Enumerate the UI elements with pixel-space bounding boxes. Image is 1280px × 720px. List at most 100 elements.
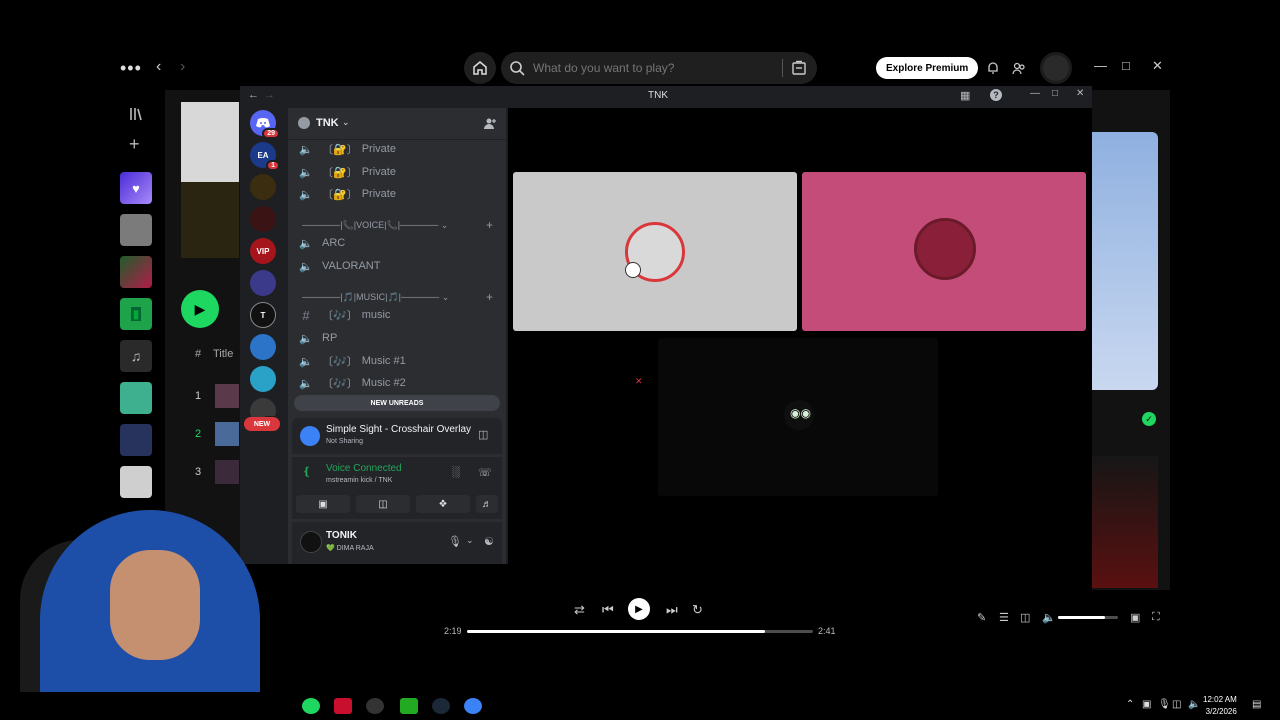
- added-check-icon[interactable]: ✓: [1142, 412, 1156, 426]
- progress-bar[interactable]: [467, 630, 813, 633]
- playlist-item[interactable]: [120, 382, 152, 414]
- close-icon[interactable]: ✕: [1076, 88, 1084, 99]
- column-header-title[interactable]: Title: [213, 348, 233, 360]
- friends-icon[interactable]: [1012, 61, 1026, 75]
- browse-icon[interactable]: [791, 60, 807, 76]
- playlist-item[interactable]: [120, 256, 152, 288]
- chevron-down-icon[interactable]: ⌄: [466, 535, 474, 546]
- shuffle-icon[interactable]: ⇄: [574, 602, 585, 618]
- tray-app-icon[interactable]: ▣: [1142, 699, 1151, 710]
- back-arrow-icon[interactable]: ←: [248, 89, 259, 101]
- activities-button[interactable]: ❖: [416, 495, 470, 513]
- text-channel[interactable]: # 〔🎶〕 music: [298, 306, 390, 324]
- help-icon[interactable]: ?: [990, 89, 1002, 101]
- create-channel-icon[interactable]: +: [486, 290, 493, 304]
- more-menu-icon[interactable]: •••: [120, 58, 142, 79]
- pen-icon[interactable]: ✎: [977, 611, 986, 624]
- minimize-icon[interactable]: —: [1030, 88, 1040, 99]
- network-icon[interactable]: ◫: [1172, 699, 1181, 710]
- play-button[interactable]: ▶: [628, 598, 650, 620]
- fullscreen-icon[interactable]: ⛶: [1152, 611, 1160, 624]
- headphones-icon[interactable]: ☯: [484, 535, 494, 548]
- server-icon[interactable]: [250, 334, 276, 360]
- spotify-taskbar-icon[interactable]: [302, 698, 320, 714]
- liked-songs-item[interactable]: ♥: [120, 172, 152, 204]
- server-icon[interactable]: [250, 206, 276, 232]
- voice-channel[interactable]: 🔈 ARC: [298, 234, 345, 252]
- server-icon[interactable]: [250, 174, 276, 200]
- close-icon[interactable]: ✕: [1152, 58, 1163, 74]
- participant-tile[interactable]: ◉◉: [658, 338, 938, 496]
- server-header[interactable]: TNK ⌄: [288, 108, 506, 140]
- user-avatar[interactable]: [1040, 52, 1072, 84]
- play-button[interactable]: ▶: [181, 290, 219, 328]
- playlist-item[interactable]: [120, 424, 152, 456]
- category-voice[interactable]: ──────|📞|VOICE|📞|────── ⌄ +: [302, 218, 493, 232]
- soundboard-button[interactable]: ♬: [476, 495, 498, 513]
- category-music[interactable]: ──────|🎵|MUSIC|🎵|────── ⌄ +: [302, 290, 493, 304]
- voice-channel[interactable]: 🔈 RP: [298, 329, 337, 347]
- volume-icon[interactable]: 🔈: [1042, 611, 1056, 624]
- avatar[interactable]: [300, 531, 322, 553]
- music-playlist-item[interactable]: ♫: [120, 340, 152, 372]
- previous-track-icon[interactable]: ⏮: [602, 602, 614, 618]
- server-icon[interactable]: [250, 270, 276, 296]
- app-taskbar-icon[interactable]: [400, 698, 418, 714]
- voice-channel[interactable]: 🔈 〔🔐〕 Private: [298, 140, 396, 158]
- server-t[interactable]: T: [250, 302, 276, 328]
- queue-icon[interactable]: ☰: [999, 611, 1009, 624]
- share-screen-icon[interactable]: ◫: [478, 428, 488, 441]
- forward-arrow-icon[interactable]: ›: [180, 58, 185, 76]
- playlist-item[interactable]: [120, 214, 152, 246]
- participant-tile[interactable]: [513, 172, 797, 331]
- disconnect-icon[interactable]: ☏: [478, 466, 492, 479]
- create-playlist-icon[interactable]: +: [129, 134, 140, 155]
- crosshair-taskbar-icon[interactable]: [464, 698, 482, 714]
- noise-suppression-icon[interactable]: ░: [452, 466, 460, 478]
- signal-icon[interactable]: ❴: [302, 465, 311, 478]
- library-icon[interactable]: [128, 106, 144, 122]
- back-arrow-icon[interactable]: ‹: [156, 58, 161, 76]
- invite-people-icon[interactable]: [484, 117, 497, 130]
- microphone-icon[interactable]: 🎙: [448, 535, 462, 548]
- server-icon[interactable]: [250, 366, 276, 392]
- connect-device-icon[interactable]: ◫: [1020, 611, 1030, 624]
- voice-channel[interactable]: 🔈 〔🔐〕 Private: [298, 185, 396, 203]
- forward-arrow-icon[interactable]: →: [264, 89, 275, 101]
- repeat-icon[interactable]: ↻: [692, 602, 703, 618]
- username[interactable]: TONIK: [326, 530, 357, 541]
- create-channel-icon[interactable]: +: [486, 218, 493, 232]
- inbox-icon[interactable]: ▦: [960, 89, 970, 102]
- next-track-icon[interactable]: ⏭: [666, 602, 678, 618]
- playlist-item[interactable]: [120, 466, 152, 498]
- minimize-icon[interactable]: —: [1094, 58, 1107, 73]
- chevron-up-icon[interactable]: ⌃: [1126, 699, 1134, 710]
- explore-premium-button[interactable]: Explore Premium: [876, 57, 979, 79]
- maximize-icon[interactable]: □: [1122, 58, 1130, 73]
- search-input[interactable]: [533, 61, 773, 75]
- direct-messages-button[interactable]: 29: [250, 110, 280, 139]
- voice-channel[interactable]: 🔈 VALORANT: [298, 257, 380, 275]
- volume-slider[interactable]: [1058, 616, 1118, 619]
- participant-tile[interactable]: [802, 172, 1086, 331]
- maximize-icon[interactable]: □: [1052, 88, 1058, 99]
- camera-off-button[interactable]: ▣: [296, 495, 350, 513]
- saved-episodes-item[interactable]: ▮: [120, 298, 152, 330]
- notifications-icon[interactable]: ▤: [1252, 699, 1261, 710]
- server-ea[interactable]: EA 1: [250, 142, 280, 171]
- new-badge[interactable]: NEW: [244, 417, 280, 431]
- system-clock[interactable]: 12:02 AM 3/2/2026: [1203, 694, 1237, 718]
- mic-tray-icon[interactable]: 🎙: [1158, 699, 1171, 710]
- steam-taskbar-icon[interactable]: [432, 698, 450, 714]
- voice-channel[interactable]: 🔈 〔🎶〕 Music #1: [298, 352, 406, 370]
- obs-taskbar-icon[interactable]: [366, 698, 384, 714]
- voice-channel[interactable]: 🔈 〔🎶〕 Music #2: [298, 374, 406, 392]
- new-unreads-button[interactable]: NEW UNREADS: [294, 395, 500, 411]
- voice-channel[interactable]: 🔈 〔🔐〕 Private: [298, 163, 396, 181]
- screen-share-button[interactable]: ◫: [356, 495, 410, 513]
- voice-channel-path[interactable]: mstreamin kick / TNK: [326, 477, 392, 484]
- app-taskbar-icon[interactable]: [334, 698, 352, 714]
- bell-icon[interactable]: [986, 61, 1000, 75]
- search-bar[interactable]: [501, 52, 817, 84]
- mini-player-icon[interactable]: ▣: [1130, 611, 1140, 624]
